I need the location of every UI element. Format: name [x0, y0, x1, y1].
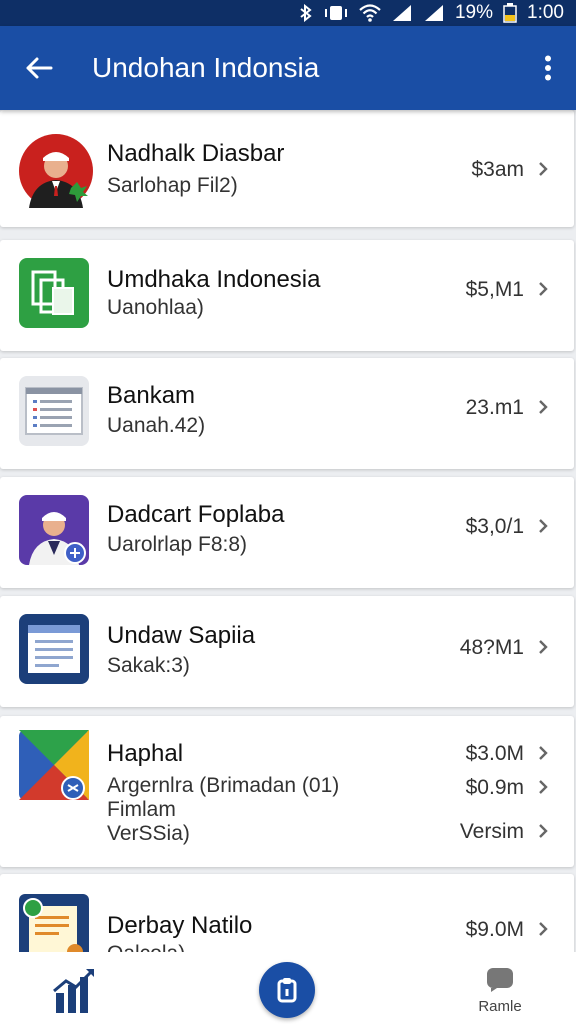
green-documents-icon: [19, 258, 89, 328]
item-subtitle-line-1: Argernlra (Brimadan (01): [107, 774, 340, 797]
item-value: 23.m1: [465, 396, 524, 419]
signal-icon: [391, 4, 413, 22]
item-title: Undaw Sapiia: [107, 622, 256, 649]
item-title: Derbay Natilo: [107, 912, 253, 939]
blue-document-icon: [19, 614, 89, 684]
chevron-right-icon: [539, 400, 548, 414]
vibrate-icon: [323, 5, 349, 21]
man-avatar-purple-icon: [19, 495, 89, 565]
back-button[interactable]: [0, 26, 78, 110]
item-subtitle: Uarolrlap F8:8): [107, 533, 248, 556]
item-subtitle: Sakak:3): [107, 654, 190, 677]
list-item[interactable]: Undaw Sapiia Sakak:3) 48?M1: [0, 596, 574, 707]
list-document-icon: [19, 376, 89, 446]
chevron-right-icon: [539, 746, 548, 760]
list-item[interactable]: Haphal Argernlra (Brimadan (01) Fimlam V…: [0, 716, 574, 867]
item-title: Bankam: [107, 382, 196, 409]
list-item[interactable]: Nadhalk Diasbar Sarlohap Fil2) $3am: [0, 110, 574, 227]
chevron-right-icon: [539, 922, 548, 936]
item-title: Nadhalk Diasbar: [107, 140, 285, 167]
item-subtitle: Sarlohap Fil2): [107, 174, 238, 197]
bottom-navigation: Ramle: [0, 952, 576, 1024]
item-value: $3am: [471, 158, 524, 181]
chevron-right-icon: [539, 162, 548, 176]
item-list: Nadhalk Diasbar Sarlohap Fil2) $3am Umdh…: [0, 110, 576, 952]
status-bar: 19% 1:00: [0, 0, 576, 26]
battery-percent: 19%: [454, 2, 494, 23]
list-item[interactable]: Dadcart Foplaba Uarolrlap F8:8) $3,0/1: [0, 477, 574, 588]
more-vert-icon: [545, 55, 551, 81]
item-value: 48?M1: [459, 636, 524, 659]
item-value-1: $3.0M: [465, 742, 524, 765]
profile-tab-label: Ramle: [478, 998, 522, 1015]
chevron-right-icon: [539, 640, 548, 654]
signal-icon: [423, 4, 445, 22]
profile-tab[interactable]: Ramle: [470, 966, 530, 1022]
person-icon: [487, 968, 513, 992]
item-title: Haphal: [107, 740, 184, 767]
play-store-icon: [19, 730, 89, 800]
item-title: Umdhaka Indonesia: [107, 266, 321, 293]
list-item[interactable]: Bankam Uanah.42) 23.m1: [0, 358, 574, 469]
item-subtitle: Uanohlaa): [107, 296, 204, 319]
item-subtitle: Oalcola): [107, 942, 185, 952]
chevron-right-icon: [539, 824, 548, 838]
item-subtitle-line-2: Fimlam: [107, 798, 176, 821]
more-options-button[interactable]: [520, 26, 576, 110]
item-title: Dadcart Foplaba: [107, 501, 285, 528]
item-value-2: $0.9m: [465, 776, 524, 799]
app-bar: Undohan Indonsia: [0, 26, 576, 110]
chevron-right-icon: [539, 519, 548, 533]
item-value: $5,M1: [465, 278, 524, 301]
list-item[interactable]: Derbay Natilo Oalcola) $9.0M: [0, 874, 574, 952]
item-value: $3,0/1: [465, 515, 524, 538]
man-avatar-red-icon: [19, 134, 93, 208]
battery-icon: [503, 3, 517, 23]
chevron-right-icon: [539, 780, 548, 794]
bluetooth-icon: [299, 4, 313, 22]
clipboard-icon: [277, 978, 297, 1003]
wifi-icon: [359, 4, 381, 22]
chevron-right-icon: [539, 282, 548, 296]
item-subtitle-line-3: VerSSia): [107, 822, 190, 845]
center-action-button[interactable]: [259, 962, 315, 1018]
clock: 1:00: [527, 2, 564, 23]
invoice-icon: [19, 894, 89, 952]
list-item[interactable]: Umdhaka Indonesia Uanohlaa) $5,M1: [0, 240, 574, 351]
item-subtitle: Uanah.42): [107, 414, 206, 437]
bar-chart-icon: [53, 969, 94, 1013]
item-value: $9.0M: [465, 918, 524, 941]
arrow-left-icon: [26, 57, 53, 79]
stats-tab[interactable]: [52, 967, 96, 1013]
item-value-3: Versim: [459, 820, 524, 843]
app-title: Undohan Indonsia: [92, 52, 320, 83]
